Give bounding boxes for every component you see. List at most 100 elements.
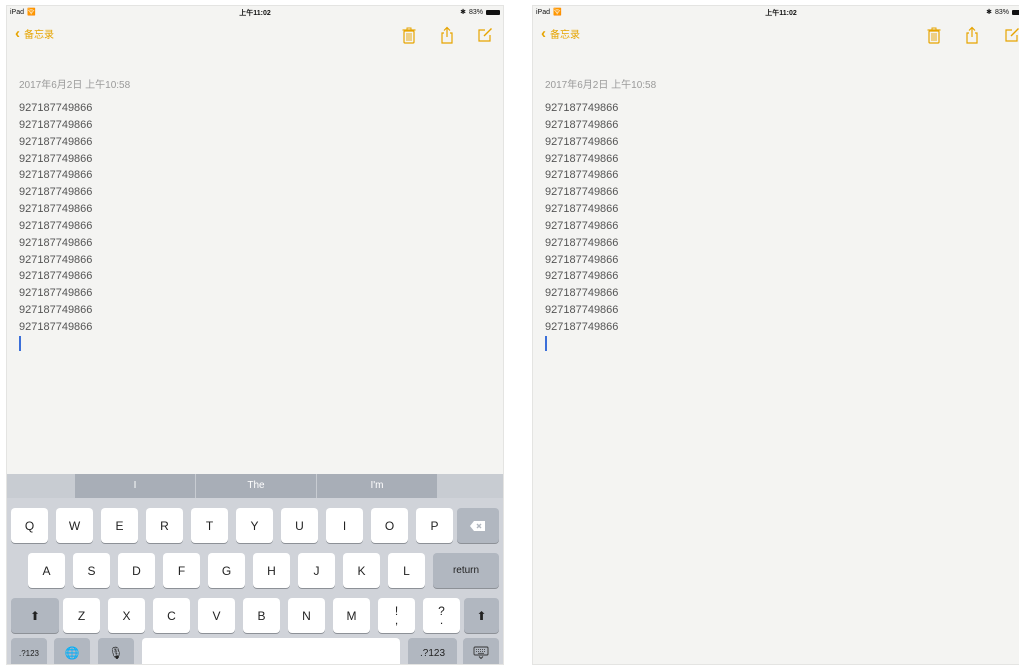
note-line: 927187749866 [19,152,93,165]
note-line: 927187749866 [545,320,619,333]
delete-key-icon [470,520,485,531]
note-line: 927187749866 [545,102,619,114]
key-d[interactable]: D [118,553,155,588]
key-b[interactable]: B [243,598,280,633]
note-body[interactable]: 927187749866 927187749866 927187749866 9… [545,100,618,336]
share-button[interactable] [963,26,981,44]
suggestion-im[interactable]: I'm [317,474,437,498]
bluetooth-icon: ✱ [986,9,992,16]
share-button[interactable] [438,26,456,44]
shift-key-left[interactable]: ⬆ [11,598,59,633]
suggestion-i[interactable]: I [75,474,195,498]
back-chevron-icon: ‹ [541,25,546,42]
note-line: 927187749866 [19,219,93,232]
bluetooth-icon: ✱ [460,9,466,16]
note-line: 927187749866 [545,118,619,131]
key-j[interactable]: J [298,553,335,588]
dictation-key[interactable]: 🎙 [98,638,134,664]
delete-key[interactable] [457,508,499,543]
battery-percent: 83% [468,8,483,16]
note-line: 927187749866 [19,135,93,148]
key-u[interactable]: U [281,508,318,543]
suggestion-the[interactable]: The [196,474,316,498]
note-line: 927187749866 [545,304,619,317]
ipad-screen-without-keyboard: iPad 🛜 上午11:02 ✱ 83% ‹ 备忘录 2017年6月2日 上午10… [533,6,1019,664]
dismiss-keyboard-key[interactable] [463,638,499,664]
globe-key[interactable]: 🌐 [54,638,90,664]
share-icon [441,26,453,44]
note-line: 927187749866 [545,186,619,199]
status-bar: iPad 🛜 上午11:02 ✱ 83% [533,6,1019,20]
key-k[interactable]: K [343,553,380,588]
key-a[interactable]: A [28,553,65,588]
key-w[interactable]: W [56,508,93,543]
key-x[interactable]: X [108,598,145,633]
globe-icon: 🌐 [64,646,80,660]
key-m[interactable]: M [333,598,370,633]
back-button[interactable]: ‹ 备忘录 [541,26,580,41]
key-c[interactable]: C [153,598,190,633]
share-icon [966,26,978,44]
key-g[interactable]: G [208,553,245,588]
numbers-key-left[interactable]: .?123 [11,638,47,664]
compose-icon [478,28,492,42]
key-n[interactable]: N [288,598,325,633]
compose-button[interactable] [476,26,494,44]
numbers-key-right[interactable]: .?123 [408,638,457,664]
note-line: 927187749866 [545,270,619,283]
battery-icon [486,9,500,15]
note-line: 927187749866 [545,152,619,165]
shift-key-right[interactable]: ⬆ [464,598,499,633]
note-line: 927187749866 [545,203,619,216]
note-line: 927187749866 [19,102,93,114]
trash-icon [402,27,416,44]
space-key[interactable] [142,638,400,664]
suggestion-bar: I The I'm [7,474,503,498]
key-q[interactable]: Q [11,508,48,543]
text-cursor [545,336,547,351]
note-line: 927187749866 [19,287,93,300]
note-line: 927187749866 [19,253,93,266]
key-s[interactable]: S [73,553,110,588]
note-line: 927187749866 [545,236,619,249]
keyboard-dismiss-icon [473,646,489,660]
on-screen-keyboard: I The I'm Q W E R T Y U I O P A S D F G … [7,474,503,664]
trash-button[interactable] [400,26,418,44]
key-r[interactable]: R [146,508,183,543]
note-body[interactable]: 927187749866 927187749866 927187749866 9… [19,100,92,336]
key-z[interactable]: Z [63,598,100,633]
note-line: 927187749866 [545,219,619,232]
shift-icon: ⬆ [29,608,41,623]
key-i[interactable]: I [326,508,363,543]
key-l[interactable]: L [388,553,425,588]
key-o[interactable]: O [371,508,408,543]
compose-icon [1005,28,1019,42]
key-bottom-glyph: , [394,612,399,627]
microphone-icon: 🎙 [108,646,124,660]
trash-button[interactable] [925,26,943,44]
note-line: 927187749866 [19,169,93,182]
key-y[interactable]: Y [236,508,273,543]
key-question-period[interactable]: ?. [423,598,460,633]
return-key[interactable]: return [433,553,499,588]
back-button[interactable]: ‹ 备忘录 [15,26,54,41]
note-line: 927187749866 [19,186,93,199]
status-time: 上午11:02 [765,10,797,17]
key-t[interactable]: T [191,508,228,543]
key-e[interactable]: E [101,508,138,543]
key-h[interactable]: H [253,553,290,588]
key-v[interactable]: V [198,598,235,633]
note-line: 927187749866 [19,236,93,249]
key-f[interactable]: F [163,553,200,588]
key-exclam-comma[interactable]: !, [378,598,415,633]
note-line: 927187749866 [19,203,93,216]
note-line: 927187749866 [545,287,619,300]
note-line: 927187749866 [545,169,619,182]
compose-button[interactable] [1003,26,1019,44]
note-line: 927187749866 [19,118,93,131]
note-line: 927187749866 [19,270,93,283]
key-p[interactable]: P [416,508,453,543]
back-chevron-icon: ‹ [15,25,20,42]
status-bar: iPad 🛜 上午11:02 ✱ 83% [7,6,503,20]
note-date: 2017年6月2日 上午10:58 [545,80,657,91]
